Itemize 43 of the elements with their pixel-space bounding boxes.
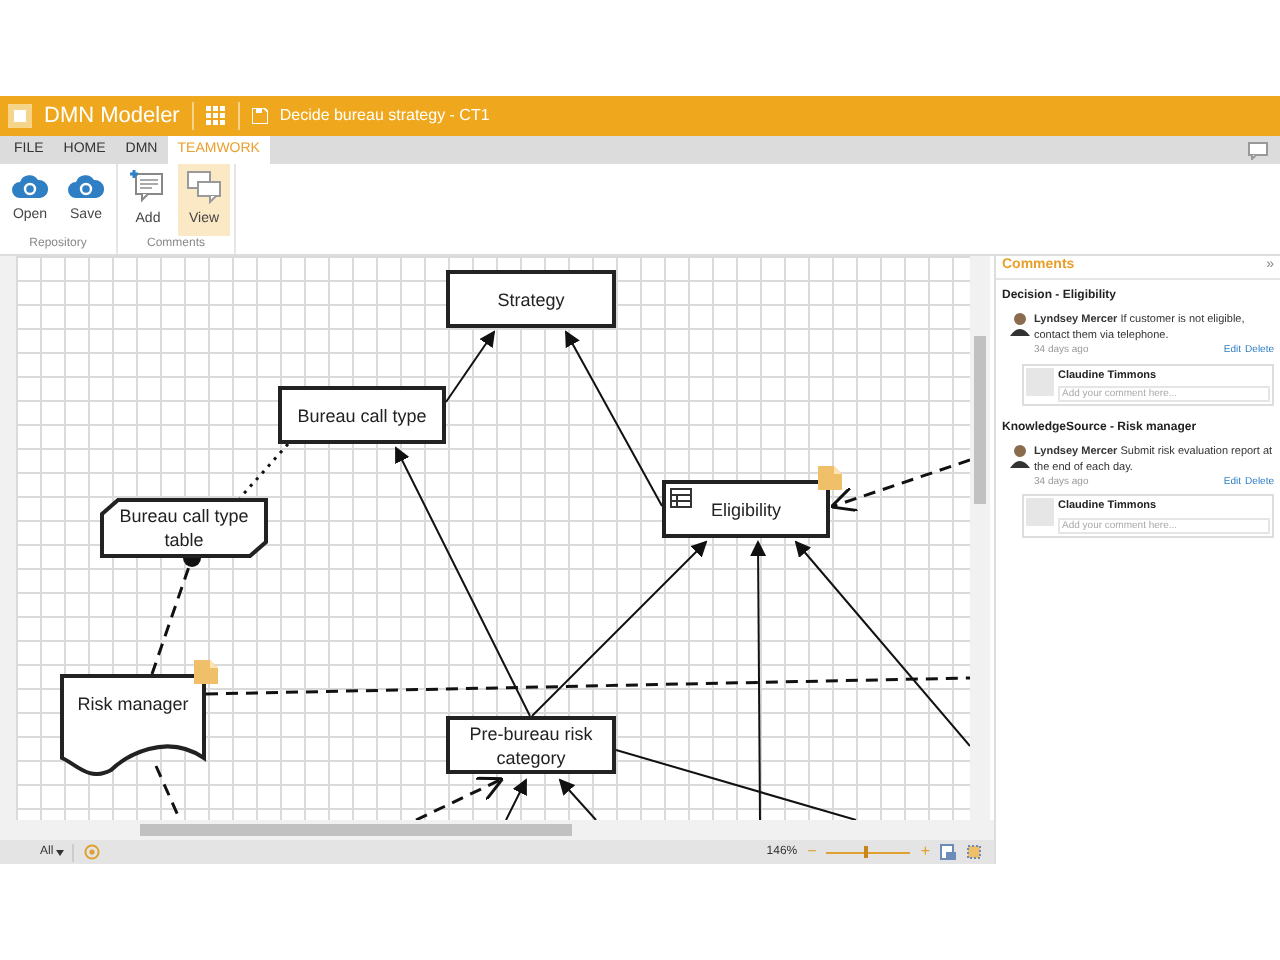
apps-grid-icon[interactable]: [205, 106, 226, 126]
cloud-icon: [12, 172, 48, 201]
node-label: Bureau call type: [295, 403, 429, 427]
node-label: Strategy: [495, 287, 567, 311]
node-label: Eligibility: [708, 497, 783, 521]
horizontal-scrollbar[interactable]: [0, 820, 994, 840]
save-icon: [251, 108, 268, 124]
fit-selection-icon[interactable]: [966, 844, 982, 860]
avatar-icon: [1010, 443, 1030, 468]
chat-icon[interactable]: [1248, 141, 1268, 159]
comments-icon: [186, 168, 222, 205]
vertical-scrollbar[interactable]: [970, 256, 990, 820]
target-icon[interactable]: [83, 844, 100, 860]
dashed-arrow: [829, 458, 970, 513]
note-icon: [194, 660, 218, 684]
decision-node[interactable]: Bureau call type: [278, 386, 446, 444]
node-label: Risk manager: [75, 692, 191, 716]
node-label: Bureau call type table: [117, 504, 251, 552]
avatar-icon: [1010, 312, 1030, 336]
node-label: Pre-bureau risk category: [467, 721, 595, 769]
decision-node[interactable]: Strategy: [446, 270, 616, 328]
connector-arrow: [505, 778, 527, 820]
scroll-thumb[interactable]: [140, 824, 572, 836]
caret-icon: [55, 849, 64, 855]
document-title: Decide bureau strategy - CT1: [279, 104, 490, 128]
slider-thumb[interactable]: [864, 846, 869, 858]
note-icon: [818, 466, 842, 490]
zoom-slider[interactable]: [826, 846, 911, 858]
dashed-arrow: [415, 776, 505, 820]
cloud-icon: [68, 172, 104, 201]
scroll-thumb[interactable]: [974, 336, 986, 504]
connector-arrow: [558, 778, 597, 820]
app-name: DMN Modeler: [44, 101, 180, 132]
knowledge-model-node[interactable]: Bureau call type table: [100, 498, 268, 558]
knowledge-source-node[interactable]: Risk manager: [60, 674, 206, 776]
table-icon: [670, 488, 692, 508]
connector-arrow: [445, 330, 496, 403]
dotted-line: [238, 443, 290, 499]
dashed-line: [154, 765, 182, 820]
fit-page-icon[interactable]: [940, 844, 956, 860]
decision-node[interactable]: Eligibility: [662, 480, 830, 538]
app-logo-icon: [8, 104, 32, 128]
decision-node[interactable]: Pre-bureau risk category: [446, 716, 616, 774]
